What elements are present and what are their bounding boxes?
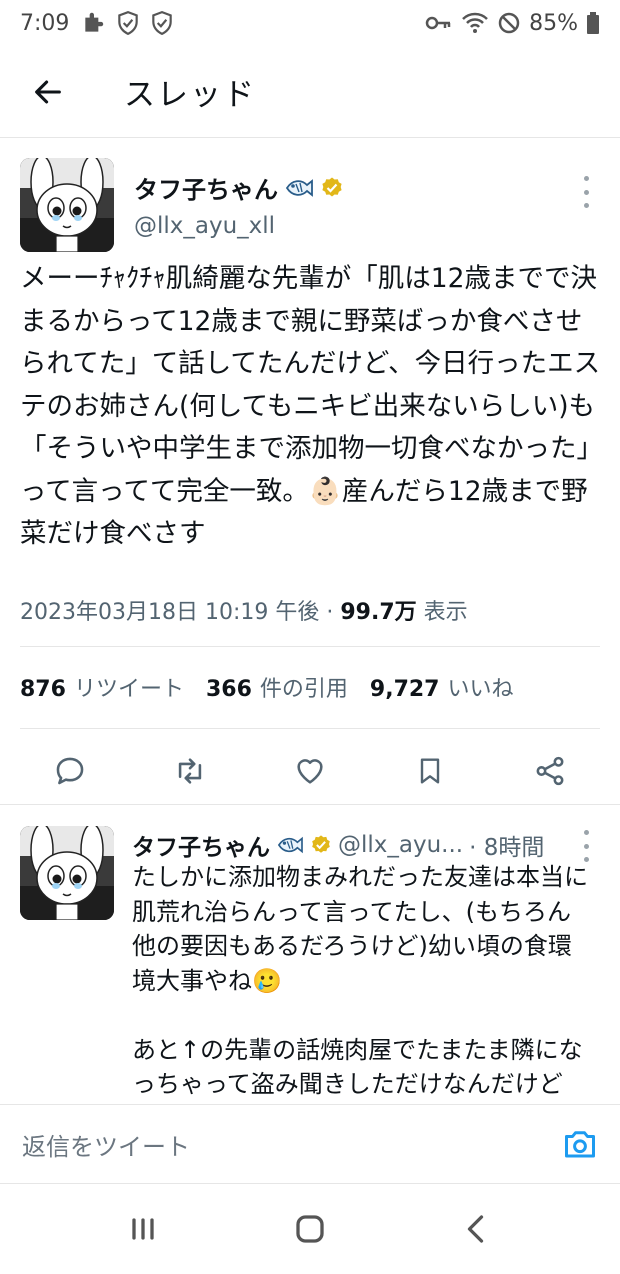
top-app-bar: スレッド — [0, 46, 620, 138]
battery-icon — [587, 12, 599, 34]
key-icon — [425, 16, 451, 30]
reply-input-placeholder[interactable]: 返信をツイート — [22, 1127, 562, 1162]
likes-count: 9,727 — [369, 677, 440, 702]
tweet-author-row: タフ子ちゃん @llx_ayu_xll — [0, 138, 620, 262]
display-name[interactable]: タフ子ちゃん — [134, 170, 278, 205]
back-nav-icon[interactable] — [459, 1211, 495, 1247]
fish-emoji-icon — [277, 836, 303, 854]
reply-text: たしかに添加物まみれだった友達は本当に肌荒れ治らんって言ってたし、(もちろん他の… — [132, 863, 588, 1098]
recent-apps-icon[interactable] — [125, 1211, 161, 1247]
bookmark-button[interactable] — [405, 746, 455, 796]
battery-percent: 85% — [529, 10, 578, 36]
main-tweet: タフ子ちゃん @llx_ayu_xll メーーﾁｬｸﾁｬ肌綺麗な先輩が「肌は12… — [0, 138, 620, 786]
verified-badge-icon — [312, 835, 330, 853]
bookmark-icon — [420, 758, 440, 784]
arrow-left-icon — [35, 80, 61, 103]
wifi-icon — [462, 12, 488, 33]
heart-icon — [297, 759, 323, 784]
avatar[interactable] — [20, 158, 114, 252]
reply-tweet[interactable]: タフ子ちゃん @llx_ayu... · 8時間 たしかに添加物まみれだった友達… — [0, 806, 620, 1104]
reply-more-options-button[interactable] — [576, 830, 596, 862]
back-button[interactable] — [0, 46, 96, 138]
share-icon — [536, 756, 564, 786]
do-not-disturb-icon — [498, 12, 520, 34]
more-dot — [583, 830, 589, 835]
author-info: タフ子ちゃん @llx_ayu_xll — [134, 170, 344, 239]
system-nav-bar — [0, 1184, 620, 1274]
tweet-datetime[interactable]: 2023年03月18日 10:19 午後 — [20, 600, 319, 625]
author-handle: @llx_ayu_xll — [134, 213, 276, 239]
reply-author-line: タフ子ちゃん @llx_ayu... · 8時間 — [132, 828, 572, 862]
tweet-actions — [0, 738, 620, 804]
quotes-count: 366 — [205, 677, 252, 702]
likes-label: いいね — [447, 677, 514, 702]
reply-display-name[interactable]: タフ子ちゃん — [132, 828, 270, 862]
puzzle-icon — [85, 12, 104, 32]
tweet-text: メーーﾁｬｸﾁｬ肌綺麗な先輩が「肌は12歳までで決まるからって12歳まで親に野菜… — [20, 263, 603, 549]
tweet-stats: 876 リツイート 366 件の引用 9,727 いいね — [20, 671, 514, 703]
shield-check-icon — [118, 11, 139, 36]
reply-handle: @llx_ayu... — [338, 832, 464, 858]
meta-separator: · — [326, 600, 334, 625]
reply-composer[interactable]: 返信をツイート — [0, 1104, 620, 1184]
retweets-count: 876 — [20, 677, 66, 702]
page-title: スレッド — [124, 77, 256, 113]
reply-time: · 8時間 — [469, 835, 545, 861]
more-dot — [583, 843, 589, 849]
reply-button[interactable] — [45, 746, 95, 796]
retweets-label: リツイート — [73, 677, 184, 702]
likes-stat[interactable]: 9,727 いいね — [370, 671, 514, 703]
shield-check-icon-2 — [152, 11, 173, 36]
quotes-stat[interactable]: 366 件の引用 — [206, 671, 348, 703]
tweet-meta: 2023年03月18日 10:19 午後 · 99.7万 表示 — [20, 594, 468, 626]
home-icon[interactable] — [292, 1211, 328, 1247]
retweet-button[interactable] — [165, 746, 215, 796]
quotes-label: 件の引用 — [259, 677, 348, 702]
views-count: 99.7万 — [340, 600, 417, 625]
status-bar: 7:09 85% — [0, 0, 620, 46]
views-label: 表示 — [423, 600, 468, 625]
like-button[interactable] — [285, 746, 335, 796]
more-options-button[interactable] — [576, 176, 596, 208]
avatar[interactable] — [20, 826, 114, 920]
author-name-line: タフ子ちゃん — [134, 170, 344, 205]
divider — [20, 728, 600, 729]
more-dot — [583, 203, 589, 208]
divider — [20, 646, 600, 647]
more-dot — [583, 176, 589, 181]
status-time: 7:09 — [20, 10, 70, 36]
thread-separator — [0, 804, 620, 805]
more-dot — [583, 189, 589, 195]
verified-badge-icon — [322, 177, 342, 196]
share-button[interactable] — [525, 746, 575, 796]
notification-icons — [81, 10, 175, 36]
system-icons: 85% — [425, 11, 600, 36]
retweet-icon — [178, 758, 202, 784]
camera-icon[interactable] — [562, 1127, 598, 1161]
retweets-stat[interactable]: 876 リツイート — [20, 671, 184, 703]
comment-icon — [56, 757, 84, 785]
fish-emoji-icon — [285, 178, 313, 197]
